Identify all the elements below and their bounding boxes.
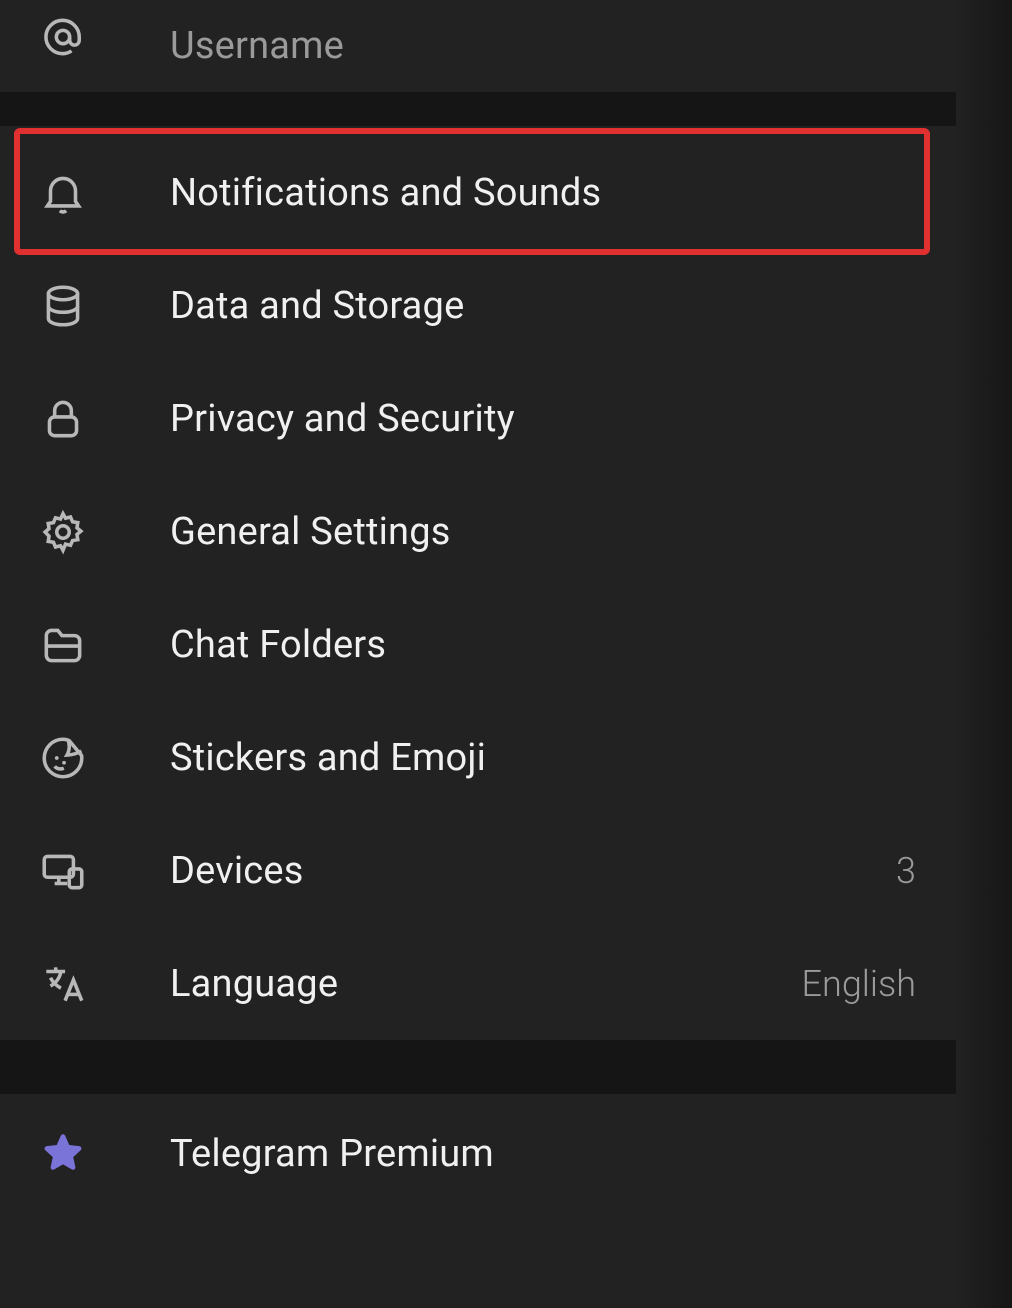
settings-item-label: Language xyxy=(170,962,802,1006)
lock-icon xyxy=(0,394,170,444)
section-divider xyxy=(0,92,956,126)
sticker-icon xyxy=(0,733,170,783)
settings-list: Username Notifications and Sounds Data a… xyxy=(0,0,956,1214)
settings-item-devices[interactable]: Devices 3 xyxy=(0,814,956,927)
settings-item-label: Notifications and Sounds xyxy=(170,171,956,215)
settings-item-label: Data and Storage xyxy=(170,284,956,328)
devices-icon xyxy=(0,846,170,896)
settings-item-label: Telegram Premium xyxy=(170,1132,956,1176)
settings-item-notifications[interactable]: Notifications and Sounds xyxy=(0,136,956,249)
settings-item-username[interactable]: Username xyxy=(0,0,956,92)
language-icon xyxy=(0,959,170,1009)
bell-icon xyxy=(0,168,170,218)
settings-item-premium[interactable]: Telegram Premium xyxy=(0,1094,956,1214)
settings-item-label: Privacy and Security xyxy=(170,397,956,441)
settings-item-privacy[interactable]: Privacy and Security xyxy=(0,362,956,475)
settings-item-label: General Settings xyxy=(170,510,956,554)
settings-item-language[interactable]: Language English xyxy=(0,927,956,1040)
settings-item-value: English xyxy=(802,963,956,1005)
settings-item-stickers[interactable]: Stickers and Emoji xyxy=(0,701,956,814)
settings-item-value: 3 xyxy=(896,850,956,892)
star-icon xyxy=(0,1129,170,1179)
settings-item-label: Stickers and Emoji xyxy=(170,736,956,780)
settings-item-label: Devices xyxy=(170,849,896,893)
database-icon xyxy=(0,281,170,331)
settings-item-label: Chat Folders xyxy=(170,623,956,667)
folder-icon xyxy=(0,620,170,670)
settings-item-data-storage[interactable]: Data and Storage xyxy=(0,249,956,362)
settings-item-chat-folders[interactable]: Chat Folders xyxy=(0,588,956,701)
right-edge-shadow xyxy=(952,0,1012,1308)
at-icon xyxy=(0,30,170,62)
section-divider xyxy=(0,1040,956,1094)
gear-icon xyxy=(0,507,170,557)
settings-item-general[interactable]: General Settings xyxy=(0,475,956,588)
settings-item-label: Username xyxy=(170,24,956,68)
